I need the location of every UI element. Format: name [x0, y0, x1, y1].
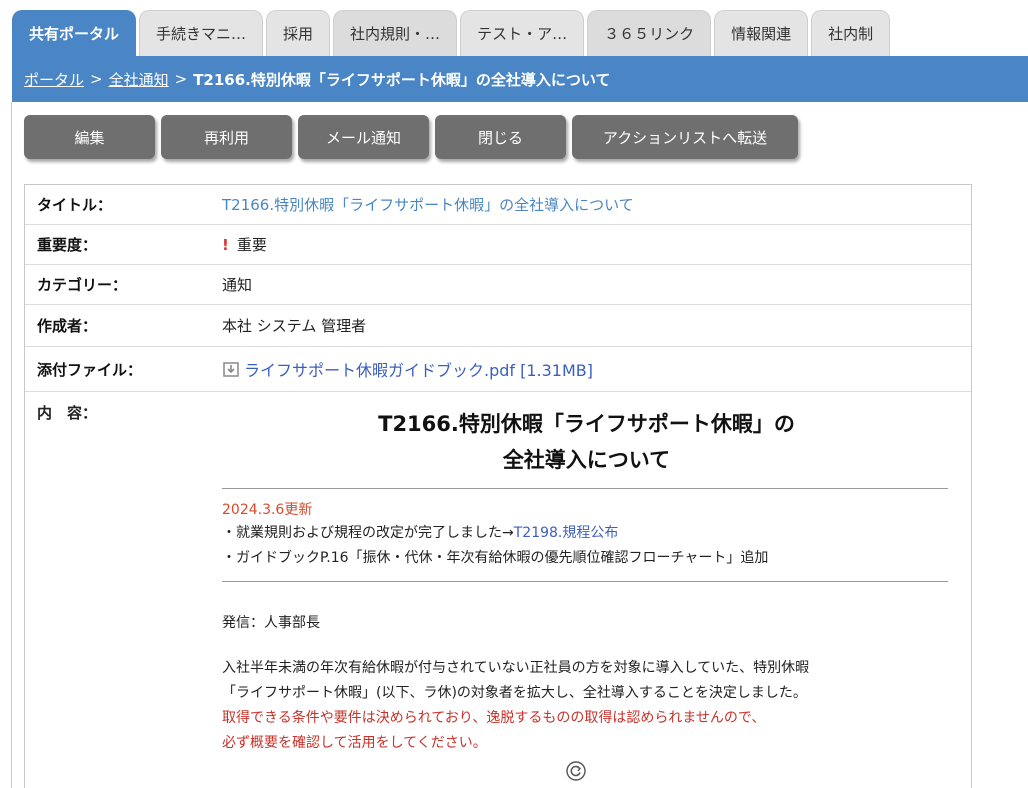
- tab-information[interactable]: 情報関連: [714, 10, 809, 56]
- regulation-link[interactable]: T2198.規程公布: [514, 525, 619, 541]
- author-row: 作成者： 本社 システム 管理者: [25, 305, 971, 347]
- breadcrumb-separator: >: [90, 70, 103, 88]
- update-bullet-2: ・ガイドブックP.16「振休・代休・年次有給休暇の優先順位確認フローチャート」追…: [222, 550, 769, 566]
- tab-shared-portal[interactable]: 共有ポータル: [12, 10, 137, 56]
- importance-value: 重要: [236, 236, 267, 254]
- category-row: カテゴリー： 通知: [25, 265, 971, 305]
- author-value: 本社 システム 管理者: [222, 317, 367, 335]
- breadcrumb-current: T2166.特別休暇「ライフサポート休暇」の全社導入について: [193, 70, 611, 89]
- body-paragraph-1: 入社半年未満の年次有給休暇が付与されていない正社員の方を対象に導入していた、特別…: [222, 656, 951, 706]
- tab-365-links[interactable]: ３６５リンク: [587, 10, 712, 56]
- download-icon[interactable]: [222, 360, 240, 378]
- breadcrumb: ポータル > 全社通知 > T2166.特別休暇「ライフサポート休暇」の全社導入…: [12, 56, 1028, 102]
- attachment-value-wrap: ライフサポート休暇ガイドブック.pdf [1.31MB]: [222, 357, 971, 381]
- body-paragraph-2-line2: 必ず概要を確認して活用をしてください。: [222, 735, 487, 751]
- tab-bar: 共有ポータル 手続きマニ… 採用 社内規則・… テスト・ア… ３６５リンク 情報…: [12, 10, 1028, 56]
- body-paragraph-2-line1: 取得できる条件や要件は決められており、逸脱するものの取得は認められませんので、: [222, 710, 766, 726]
- category-value: 通知: [222, 276, 253, 294]
- breadcrumb-separator: >: [174, 70, 188, 88]
- content-body: T2166.特別休暇「ライフサポート休暇」の 全社導入について 2024.3.6…: [222, 392, 971, 756]
- reuse-button[interactable]: 再利用: [161, 115, 292, 159]
- title-label: タイトル：: [37, 196, 113, 214]
- notice-detail-table: タイトル： T2166.特別休暇「ライフサポート休暇」の全社導入について 重要度…: [24, 184, 972, 788]
- page: 共有ポータル 手続きマニ… 採用 社内規則・… テスト・ア… ３６５リンク 情報…: [0, 0, 1028, 788]
- document-title-line1: T2166.特別休暇「ライフサポート休暇」の: [378, 412, 795, 436]
- content-label: 内 容：: [37, 404, 98, 422]
- update-bullet-1-text: ・就業規則および規程の改定が完了しました→: [222, 525, 514, 541]
- body-paragraph-1-line1: 入社半年未満の年次有給休暇が付与されていない正社員の方を対象に導入していた、特別…: [222, 660, 810, 676]
- breadcrumb-portal-link[interactable]: ポータル: [24, 69, 84, 90]
- tab-internal-rules[interactable]: 社内規則・…: [333, 10, 458, 56]
- left-border: [11, 102, 12, 788]
- tab-procedures[interactable]: 手続きマニ…: [139, 10, 264, 56]
- refresh-icon[interactable]: [565, 760, 587, 782]
- author-label: 作成者：: [37, 317, 98, 335]
- transfer-to-action-list-button[interactable]: アクションリストへ転送: [572, 115, 798, 159]
- content-row: 内 容： T2166.特別休暇「ライフサポート休暇」の 全社導入について 202…: [25, 392, 971, 788]
- updated-date: 2024.3.6更新: [222, 502, 313, 518]
- importance-value-wrap: ! 重要: [222, 234, 971, 255]
- category-label: カテゴリー：: [37, 276, 128, 294]
- title-value[interactable]: T2166.特別休暇「ライフサポート休暇」の全社導入について: [222, 194, 971, 215]
- close-button[interactable]: 閉じる: [435, 115, 566, 159]
- attachment-link[interactable]: ライフサポート休暇ガイドブック.pdf [1.31MB]: [244, 357, 593, 381]
- document-title: T2166.特別休暇「ライフサポート休暇」の 全社導入について: [222, 406, 951, 478]
- importance-label: 重要度：: [37, 236, 98, 254]
- tab-test[interactable]: テスト・ア…: [460, 10, 585, 56]
- toolbar: 編集 再利用 メール通知 閉じる アクションリストへ転送: [24, 115, 798, 159]
- important-icon: !: [222, 235, 229, 254]
- update-bullet-1: ・就業規則および規程の改定が完了しました→T2198.規程公布: [222, 521, 951, 546]
- title-row: タイトル： T2166.特別休暇「ライフサポート休暇」の全社導入について: [25, 185, 971, 225]
- edit-button[interactable]: 編集: [24, 115, 155, 159]
- attachment-label: 添付ファイル：: [37, 360, 143, 379]
- document-title-line2: 全社導入について: [502, 448, 671, 472]
- attachment-row: 添付ファイル： ライフサポート休暇ガイドブック.pdf [1.31MB]: [25, 347, 971, 392]
- tab-internal-system[interactable]: 社内制: [811, 10, 891, 56]
- divider: [222, 488, 948, 489]
- mail-notify-button[interactable]: メール通知: [298, 115, 429, 159]
- sender: 発信：人事部長: [222, 615, 320, 631]
- body-paragraph-1-line2: 「ライフサポート休暇」(以下、ラ休)の対象者を拡大し、全社導入することを決定しま…: [222, 685, 807, 701]
- breadcrumb-notices-link[interactable]: 全社通知: [109, 69, 169, 90]
- importance-row: 重要度： ! 重要: [25, 225, 971, 265]
- body-paragraph-2: 取得できる条件や要件は決められており、逸脱するものの取得は認められませんので、 …: [222, 706, 951, 756]
- divider: [222, 581, 948, 582]
- tab-recruiting[interactable]: 採用: [266, 10, 331, 56]
